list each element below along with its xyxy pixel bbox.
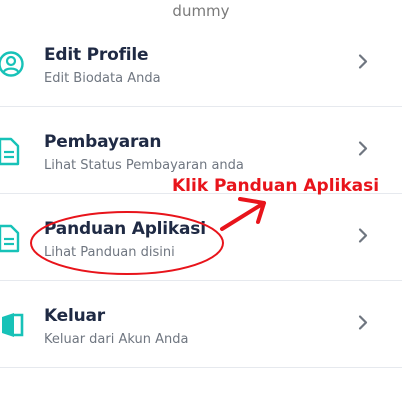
chevron-right-icon [358,314,368,335]
annotation-label: Klik Panduan Aplikasi [172,176,380,196]
document-icon [0,223,26,253]
profile-username: dummy [172,2,230,20]
document-icon [0,136,26,166]
menu-item-title: Keluar [44,306,105,326]
menu-item-title: Pembayaran [44,132,162,152]
exit-door-icon [0,310,26,340]
menu-item-subtitle: Lihat Status Pembayaran anda [44,158,244,173]
chevron-right-icon [358,140,368,161]
menu-item-subtitle: Lihat Panduan disini [44,245,175,260]
menu-item-title: Panduan Aplikasi [44,219,206,239]
menu-item-keluar[interactable]: Keluar Keluar dari Akun Anda [0,282,402,368]
menu-item-edit-profile[interactable]: Edit Profile Edit Biodata Anda [0,21,402,107]
user-circle-icon [0,49,26,79]
menu-item-subtitle: Edit Biodata Anda [44,71,161,86]
menu-item-panduan-aplikasi[interactable]: Panduan Aplikasi Lihat Panduan disini [0,195,402,281]
chevron-right-icon [358,53,368,74]
chevron-right-icon [358,227,368,248]
menu-item-subtitle: Keluar dari Akun Anda [44,332,189,347]
menu-item-title: Edit Profile [44,45,149,65]
